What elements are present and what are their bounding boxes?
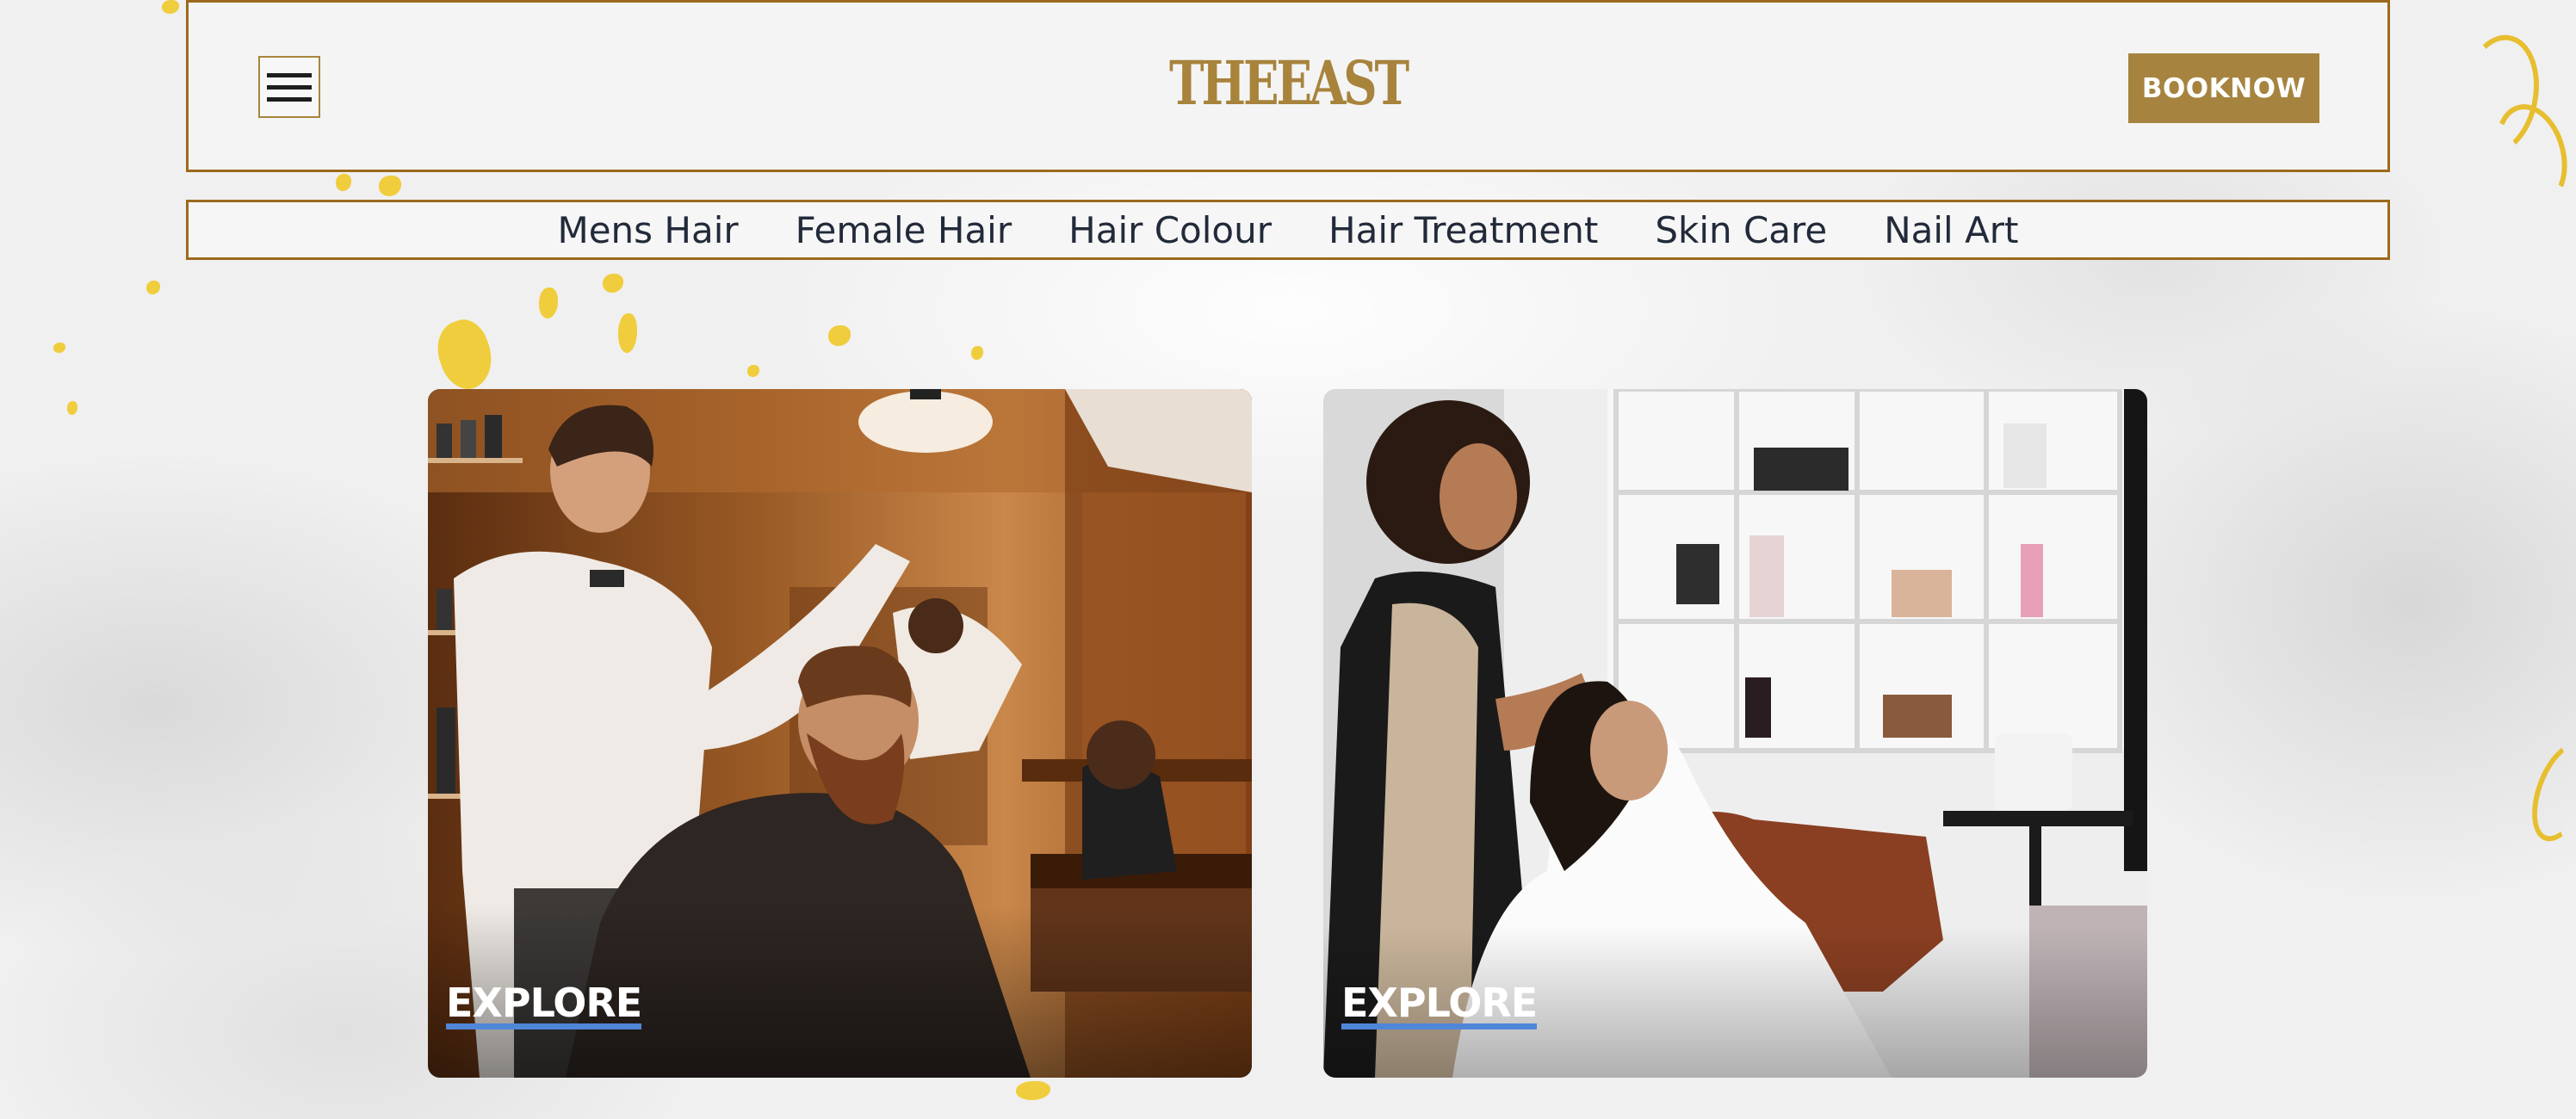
nav-item-hair-treatment[interactable]: Hair Treatment	[1328, 209, 1598, 251]
nav-item-skin-care[interactable]: Skin Care	[1655, 209, 1827, 251]
explore-link[interactable]: EXPLORE	[446, 981, 642, 1029]
gold-flake	[603, 274, 623, 293]
hamburger-menu-icon	[267, 72, 312, 77]
category-nav: Mens Hair Female Hair Hair Colour Hair T…	[186, 200, 2390, 260]
barbershop-photo	[428, 389, 1252, 1078]
nav-item-female-hair[interactable]: Female Hair	[796, 209, 1012, 251]
service-card-female[interactable]: EXPLORE	[1323, 389, 2147, 1078]
gold-flake	[336, 174, 351, 191]
hamburger-menu-button[interactable]	[258, 56, 320, 118]
gold-flake	[146, 281, 160, 294]
nav-item-mens-hair[interactable]: Mens Hair	[557, 209, 738, 251]
gold-flake	[53, 343, 65, 353]
brand-logo[interactable]: THEEAST	[430, 47, 2146, 119]
site-header: THEEAST BOOKNOW	[186, 0, 2390, 172]
gold-flake	[971, 346, 983, 360]
gold-flake	[67, 401, 77, 415]
nav-item-nail-art[interactable]: Nail Art	[1884, 209, 2018, 251]
gold-flake	[747, 365, 759, 377]
service-card-mens[interactable]: EXPLORE	[428, 389, 1252, 1078]
salon-photo	[1323, 389, 2147, 1078]
gold-flake	[618, 313, 637, 353]
gold-flake	[828, 325, 851, 346]
gold-flake	[1016, 1081, 1050, 1100]
explore-link[interactable]: EXPLORE	[1341, 981, 1538, 1029]
nav-item-hair-colour[interactable]: Hair Colour	[1068, 209, 1272, 251]
gold-flake	[539, 287, 558, 318]
hamburger-menu-icon-line	[267, 84, 312, 90]
book-now-button[interactable]: BOOKNOW	[2128, 53, 2319, 123]
gold-flake	[162, 0, 179, 14]
gold-flake	[429, 313, 501, 396]
gold-streak	[2520, 734, 2576, 850]
gold-flake	[379, 176, 401, 196]
hamburger-menu-icon-line	[267, 96, 312, 102]
